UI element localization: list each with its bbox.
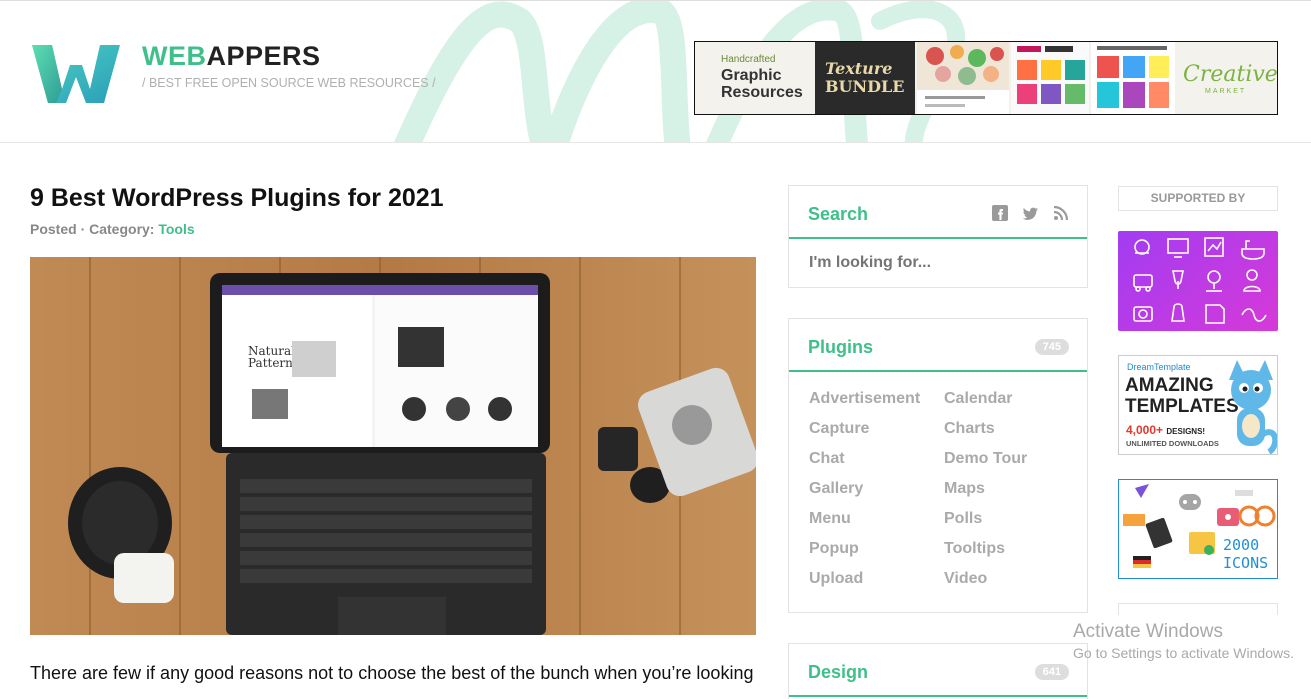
tag-calendar[interactable]: Calendar xyxy=(944,390,1012,408)
tag-tooltips[interactable]: Tooltips xyxy=(944,540,1005,558)
design-title[interactable]: Design xyxy=(808,662,868,683)
ad-texture-bundle: Texture BUNDLE xyxy=(815,42,915,114)
search-title: Search xyxy=(808,204,869,224)
ad-graphic-line1: Graphic xyxy=(721,67,782,84)
ad-texture-line1: Texture xyxy=(825,59,893,78)
icons-ad-count: 2000 xyxy=(1223,536,1259,554)
article-meta: Posted · Category: Tools xyxy=(30,221,195,237)
tag-demo-tour[interactable]: Demo Tour xyxy=(944,450,1027,468)
dream-unlimited: UNLIMITED DOWNLOADS xyxy=(1126,439,1219,448)
dreamtemplate-ad[interactable]: DreamTemplate AMAZING TEMPLATES 4,000+ D… xyxy=(1118,355,1278,455)
site-tagline: / BEST FREE OPEN SOURCE WEB RESOURCES / xyxy=(142,76,436,90)
article-title[interactable]: 9 Best WordPress Plugins for 2021 xyxy=(30,184,444,213)
dream-brand: DreamTemplate xyxy=(1127,362,1191,372)
plugins-count-badge: 745 xyxy=(1034,339,1069,355)
tag-chat[interactable]: Chat xyxy=(809,450,845,468)
twitter-icon[interactable] xyxy=(1023,205,1039,221)
tag-upload[interactable]: Upload xyxy=(809,570,863,588)
ad-texture-text: Texture BUNDLE xyxy=(825,60,904,96)
dream-headline: AMAZING TEMPLATES xyxy=(1125,375,1239,417)
dream-headline-2: TEMPLATES xyxy=(1125,396,1239,417)
plugins-widget-header: Plugins 745 xyxy=(789,319,1087,372)
ad-collage xyxy=(917,42,1175,114)
line-icons-grid xyxy=(1133,237,1267,324)
brand-name[interactable]: WEBAPPERS xyxy=(142,41,321,72)
cat-mascot-icon xyxy=(1229,360,1277,454)
purple-icons-ad[interactable] xyxy=(1118,231,1278,331)
ad-market-panel: Creative MARKET xyxy=(1175,42,1278,114)
plugins-tag-grid: Advertisement Capture Chat Gallery Menu … xyxy=(789,372,1087,612)
ad-handcrafted: Handcrafted xyxy=(721,54,776,65)
ad-market-sub: MARKET xyxy=(1205,88,1247,95)
dream-designs: 4,000+ DESIGNS! xyxy=(1126,423,1205,437)
dream-designs-label: DESIGNS! xyxy=(1166,427,1206,436)
tag-advertisement[interactable]: Advertisement xyxy=(809,390,920,408)
facebook-icon[interactable] xyxy=(992,205,1008,221)
dream-headline-1: AMAZING xyxy=(1125,375,1214,396)
search-input[interactable] xyxy=(789,239,1087,287)
webappers-logo[interactable] xyxy=(30,43,122,105)
design-widget-header: Design 641 xyxy=(789,644,1087,697)
ad-graphic-resources: Graphic Resources xyxy=(721,67,803,101)
site-header: WEBAPPERS / BEST FREE OPEN SOURCE WEB RE… xyxy=(0,0,1311,143)
activate-title: Activate Windows xyxy=(1073,621,1223,642)
plugins-title[interactable]: Plugins xyxy=(808,337,873,358)
dream-designs-count: 4,000+ xyxy=(1126,423,1164,437)
tag-polls[interactable]: Polls xyxy=(944,510,982,528)
article-hero-image[interactable]: Natural Patterns. xyxy=(30,257,756,635)
icons-ad-label: ICONS xyxy=(1223,554,1268,572)
hero-illustration: Natural Patterns. xyxy=(30,257,756,635)
tag-menu[interactable]: Menu xyxy=(809,510,851,528)
tag-maps[interactable]: Maps xyxy=(944,480,985,498)
tag-gallery[interactable]: Gallery xyxy=(809,480,863,498)
search-widget: Search xyxy=(788,185,1088,288)
icons-collage: 2000 ICONS xyxy=(1123,484,1276,572)
tag-capture[interactable]: Capture xyxy=(809,420,869,438)
rss-icon[interactable] xyxy=(1053,205,1069,221)
activate-windows-watermark: Activate Windows Go to Settings to activ… xyxy=(1073,621,1294,661)
plugins-widget: Plugins 745 Advertisement Capture Chat G… xyxy=(788,318,1088,613)
tag-video[interactable]: Video xyxy=(944,570,987,588)
ad-left-panel: Handcrafted Graphic Resources xyxy=(695,42,813,114)
search-widget-header: Search xyxy=(789,186,1087,239)
brand-web: WEB xyxy=(142,41,207,71)
sidebar-next-ad xyxy=(1118,603,1278,615)
ad-market-name: Creative xyxy=(1183,62,1278,87)
activate-subtitle: Go to Settings to activate Windows. xyxy=(1073,645,1294,661)
ad-graphic-line2: Resources xyxy=(721,84,803,101)
supported-by-label: SUPPORTED BY xyxy=(1118,186,1278,211)
meta-prefix: Posted · Category: xyxy=(30,221,155,237)
brand-appers: APPERS xyxy=(206,41,321,71)
ad-texture-line2: BUNDLE xyxy=(825,77,905,96)
tag-popup[interactable]: Popup xyxy=(809,540,859,558)
tag-charts[interactable]: Charts xyxy=(944,420,995,438)
design-widget: Design 641 xyxy=(788,643,1088,699)
creative-market-ad[interactable]: Handcrafted Graphic Resources Texture BU… xyxy=(694,41,1278,115)
design-count-badge: 641 xyxy=(1034,664,1069,680)
article-intro: There are few if any good reasons not to… xyxy=(30,663,754,683)
2000-icons-ad[interactable]: 2000 ICONS xyxy=(1118,479,1278,579)
category-link[interactable]: Tools xyxy=(158,221,194,237)
